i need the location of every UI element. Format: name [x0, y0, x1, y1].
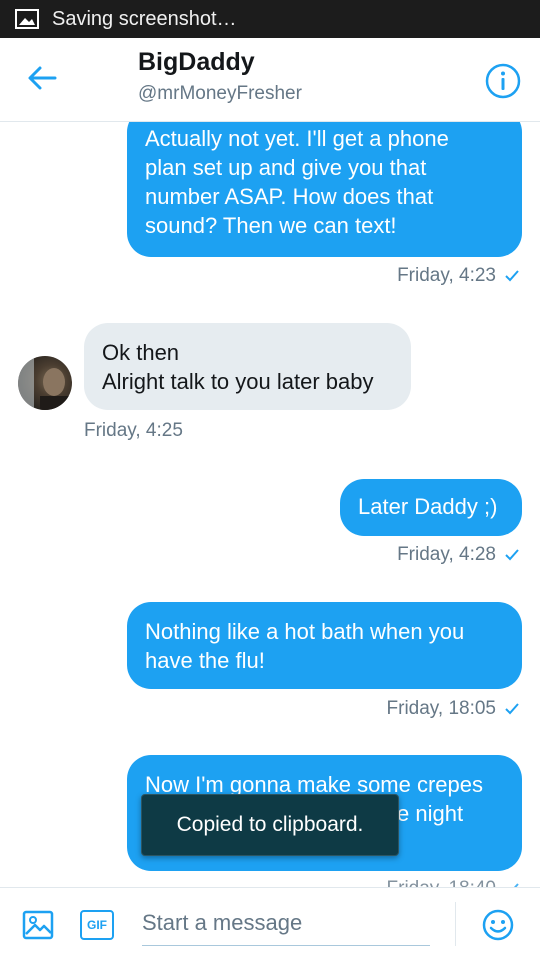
emoji-button[interactable]	[482, 909, 514, 941]
message-text: have the flu!	[145, 648, 265, 673]
arrow-left-icon	[27, 65, 57, 96]
back-button[interactable]	[22, 62, 62, 98]
checkmark-icon	[504, 269, 520, 283]
message-text: Alright talk to you later baby	[102, 369, 374, 394]
copied-toast: Copied to clipboard.	[141, 794, 399, 856]
message-list[interactable]: Actually not yet. I'll get a phone plan …	[0, 122, 540, 887]
status-text: Saving screenshot…	[52, 7, 237, 30]
message-text: plan set up and give you that	[145, 155, 427, 180]
message-bubble-sent[interactable]: Nothing like a hot bath when you have th…	[127, 602, 522, 689]
gif-button[interactable]: GIF	[80, 910, 114, 940]
add-media-button[interactable]	[22, 909, 54, 941]
message-text: number ASAP. How does that	[145, 184, 434, 209]
info-icon	[484, 63, 522, 104]
message-timestamp: Friday, 4:23	[397, 265, 520, 287]
timestamp-text: Friday, 18:05	[386, 698, 496, 719]
message-text: Ok then	[102, 340, 180, 365]
timestamp-text: Friday, 18:40	[387, 878, 496, 887]
avatar[interactable]	[18, 356, 72, 410]
message-bubble-sent[interactable]: Later Daddy ;)	[340, 479, 522, 536]
timestamp-text: Friday, 4:28	[397, 544, 496, 565]
message-text: Nothing like a hot bath when you	[145, 619, 465, 644]
message-bubble-received[interactable]: Ok then Alright talk to you later baby	[84, 323, 411, 410]
checkmark-icon	[504, 702, 520, 716]
conversation-header: BigDaddy @mrMoneyFresher	[0, 38, 540, 122]
contact-name: BigDaddy	[138, 48, 255, 76]
image-icon	[22, 910, 54, 945]
message-timestamp: Friday, 18:40	[387, 878, 520, 887]
divider	[455, 902, 456, 946]
contact-handle: @mrMoneyFresher	[138, 83, 302, 104]
smiley-icon	[482, 909, 514, 945]
message-text: Later Daddy ;)	[358, 494, 498, 519]
message-text: sound? Then we can text!	[145, 213, 397, 238]
timestamp-text: Friday, 4:25	[84, 420, 183, 441]
message-input[interactable]	[142, 900, 430, 946]
message-timestamp: Friday, 4:28	[397, 544, 520, 566]
message-bubble-sent[interactable]: Actually not yet. I'll get a phone plan …	[127, 122, 522, 257]
conversation-title: BigDaddy @mrMoneyFresher	[138, 48, 302, 105]
info-button[interactable]	[484, 62, 522, 100]
timestamp-text: Friday, 4:23	[397, 265, 496, 286]
checkmark-icon	[504, 548, 520, 562]
message-composer: GIF	[0, 887, 540, 960]
status-bar: Saving screenshot…	[0, 0, 540, 38]
message-timestamp: Friday, 4:25	[84, 420, 183, 442]
message-text: Actually not yet. I'll get a phone	[145, 126, 449, 151]
image-icon	[14, 8, 40, 30]
message-timestamp: Friday, 18:05	[387, 698, 520, 720]
